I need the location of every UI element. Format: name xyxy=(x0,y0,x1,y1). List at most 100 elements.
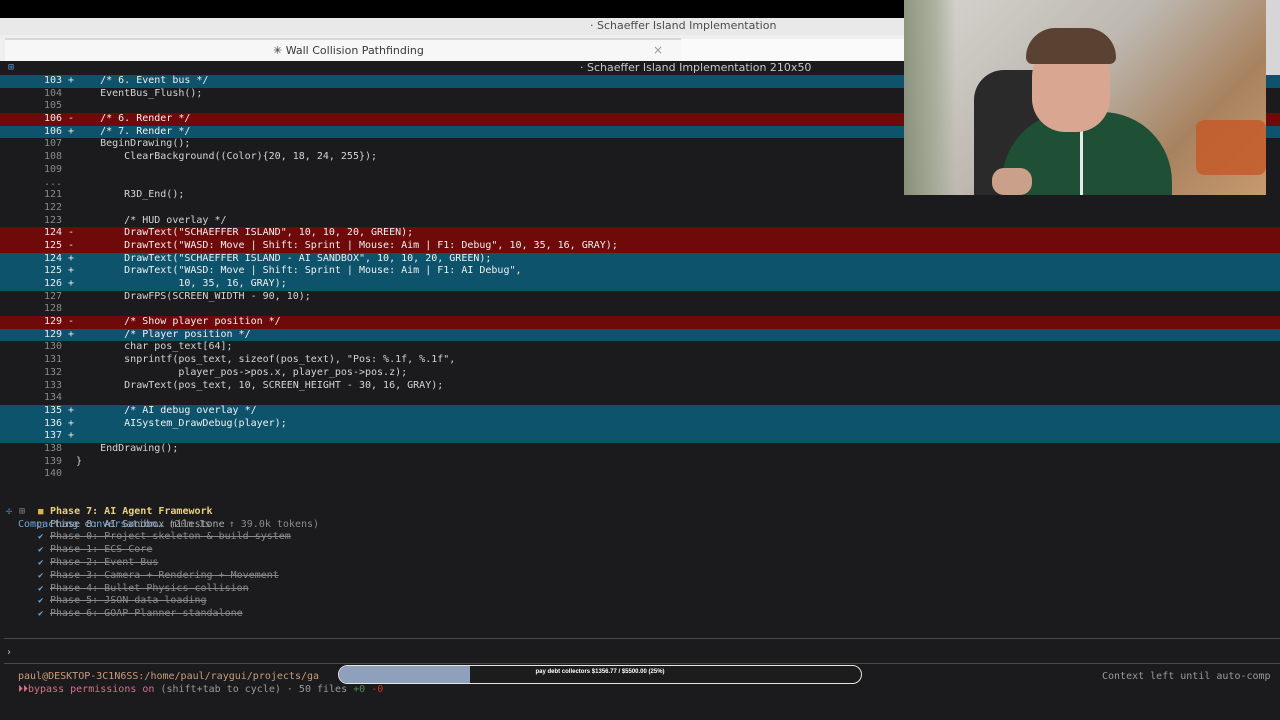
pending-box-icon: □ xyxy=(38,519,44,530)
code-text: DrawFPS(SCREEN_WIDTH - 90, 10); xyxy=(76,290,311,302)
diff-sign: + xyxy=(68,404,75,416)
diff-line-context: 134 xyxy=(0,392,1280,405)
line-number: 124 xyxy=(43,252,62,264)
todo-label: Phase 5: JSON data loading xyxy=(50,595,207,607)
line-number: 128 xyxy=(43,303,62,315)
code-text: /* 6. Render */ xyxy=(76,113,191,125)
todo-label: Phase 0: Project skeleton & build system xyxy=(50,531,291,543)
todo-item: ⊞ ■ Phase 7: AI Agent Framework xyxy=(0,506,1280,519)
lines-removed: -0 xyxy=(365,684,384,695)
line-number: 124 xyxy=(43,227,62,239)
line-number: 129 xyxy=(43,316,62,328)
diff-line-added: 126 + 10, 35, 16, GRAY); xyxy=(0,278,1280,291)
diff-line-added: 125 + DrawText("WASD: Move | Shift: Sprin… xyxy=(0,265,1280,278)
code-text: /* 7. Render */ xyxy=(76,125,191,137)
prompt-input[interactable]: › xyxy=(6,647,12,658)
code-text: DrawText("SCHAEFFER ISLAND", 10, 10, 20,… xyxy=(76,227,414,239)
window-title: · Schaeffer Island Implementation xyxy=(590,19,777,32)
split-pane-icon[interactable]: ⊞ xyxy=(8,62,14,73)
code-text: /* Player position */ xyxy=(76,328,251,340)
line-number: 137 xyxy=(43,430,62,442)
prompt-caret: › xyxy=(6,647,13,658)
todo-item: ✔ Phase 5: JSON data loading xyxy=(0,595,1280,608)
in-progress-icon: ■ xyxy=(38,506,44,517)
code-text: snprintf(pos_text, sizeof(pos_text), "Po… xyxy=(76,354,456,366)
diff-line-context: 127 DrawFPS(SCREEN_WIDTH - 90, 10); xyxy=(0,291,1280,304)
diff-sign: + xyxy=(68,75,75,86)
webcam-plant xyxy=(904,0,956,195)
line-number: 140 xyxy=(43,468,62,480)
diff-sign: - xyxy=(68,239,75,251)
check-icon: ✔ xyxy=(38,532,44,543)
check-icon: ✔ xyxy=(38,596,44,607)
code-text: /* 6. Event bus */ xyxy=(76,75,209,86)
diff-line-context: 140 xyxy=(0,468,1280,481)
code-text: DrawText("SCHAEFFER ISLAND - AI SANDBOX"… xyxy=(76,252,492,264)
progress-bar: pay debt collectors $1356.77 / $5500.00 … xyxy=(338,665,862,684)
todo-label: Phase 6: GOAP Planner standalone xyxy=(50,608,243,620)
todo-item: ✔ Phase 6: GOAP Planner standalone xyxy=(0,608,1280,621)
code-text: EventBus_Flush(); xyxy=(76,87,203,99)
bypass-permissions-icon: ⏵⏵ xyxy=(18,684,28,695)
line-number: 107 xyxy=(43,138,62,150)
todo-item: ✔ Phase 4: Bullet Physics collision xyxy=(0,583,1280,596)
line-number: 127 xyxy=(43,290,62,302)
todo-list-icon: ⊞ xyxy=(19,505,26,517)
code-text: EndDrawing(); xyxy=(76,442,179,454)
diff-line-added: 137 + xyxy=(0,430,1280,443)
diff-line-context: 122 xyxy=(0,202,1280,215)
compacting-status: ✢ Compacting conversation… (20m 1s · ↑ 3… xyxy=(0,493,1280,530)
code-text: ClearBackground((Color){20, 18, 24, 255}… xyxy=(76,151,378,163)
line-number: 104 xyxy=(43,87,62,99)
window-edge xyxy=(1266,0,1280,75)
diff-line-context: 133 DrawText(pos_text, 10, SCREEN_HEIGHT… xyxy=(0,380,1280,393)
code-text: char pos_text[64]; xyxy=(76,341,233,353)
line-number: 108 xyxy=(43,151,62,163)
webcam-person-hand xyxy=(992,168,1032,195)
permissions-text: bypass permissions on xyxy=(28,684,155,695)
code-text: DrawText(pos_text, 10, SCREEN_HEIGHT - 3… xyxy=(76,379,444,391)
webcam-overlay xyxy=(904,0,1266,195)
line-number: 139 xyxy=(43,455,62,467)
line-number: 126 xyxy=(43,278,62,289)
diff-sign: - xyxy=(68,113,75,125)
check-icon: ✔ xyxy=(38,609,44,620)
check-icon: ✔ xyxy=(38,570,44,581)
diff-sign: - xyxy=(68,227,75,239)
line-number: 121 xyxy=(43,189,62,201)
line-number: 123 xyxy=(43,214,62,226)
line-number: 122 xyxy=(43,201,62,213)
diff-sign: + xyxy=(68,430,75,442)
diff-sign: + xyxy=(68,125,75,137)
diff-line-removed: 129- /* Show player position */ xyxy=(0,316,1280,329)
code-text: /* HUD overlay */ xyxy=(76,214,227,226)
webcam-person-hair xyxy=(1026,28,1116,64)
tab-label: ✳ Wall Collision Pathfinding xyxy=(273,44,424,57)
diff-line-removed: 124- DrawText("SCHAEFFER ISLAND", 10, 10… xyxy=(0,227,1280,240)
line-number: 131 xyxy=(43,354,62,366)
code-text: /* Show player position */ xyxy=(76,316,281,328)
permissions-line: ⏵⏵bypass permissions on (shift+tab to cy… xyxy=(18,684,383,695)
tab-empty[interactable] xyxy=(681,39,905,61)
line-number: 135 xyxy=(43,404,62,416)
todo-label: Phase 8: AI Sandbox milestone xyxy=(50,518,225,530)
tab-close-icon[interactable]: × xyxy=(653,43,663,57)
pane-title: · Schaeffer Island Implementation 210x50 xyxy=(580,61,812,74)
permissions-meta: (shift+tab to cycle) · 50 files xyxy=(154,684,354,695)
check-icon: ✔ xyxy=(38,545,44,556)
todo-label: Phase 3: Camera + Rendering + Movement xyxy=(50,569,279,581)
todo-item: ✔ Phase 1: ECS Core xyxy=(0,544,1280,557)
check-icon: ✔ xyxy=(38,583,44,594)
diff-line-context: 132 player_pos->pos.x, player_pos->pos.z… xyxy=(0,367,1280,380)
line-number: 125 xyxy=(43,239,62,251)
tab-wall-collision-pathfinding[interactable]: ✳ Wall Collision Pathfinding × xyxy=(5,38,681,61)
line-number: 106 xyxy=(43,113,62,125)
line-number: 130 xyxy=(43,341,62,353)
code-text: player_pos->pos.x, player_pos->pos.z); xyxy=(76,366,408,378)
todo-list: ⊞ ■ Phase 7: AI Agent Framework □ Phase 8: A… xyxy=(0,506,1280,621)
input-bottom-divider xyxy=(4,663,1280,664)
line-number: 103 xyxy=(43,75,62,86)
line-number: 109 xyxy=(43,163,62,175)
context-remaining: Context left until auto-comp xyxy=(1102,671,1271,682)
todo-label: Phase 4: Bullet Physics collision xyxy=(50,582,249,594)
